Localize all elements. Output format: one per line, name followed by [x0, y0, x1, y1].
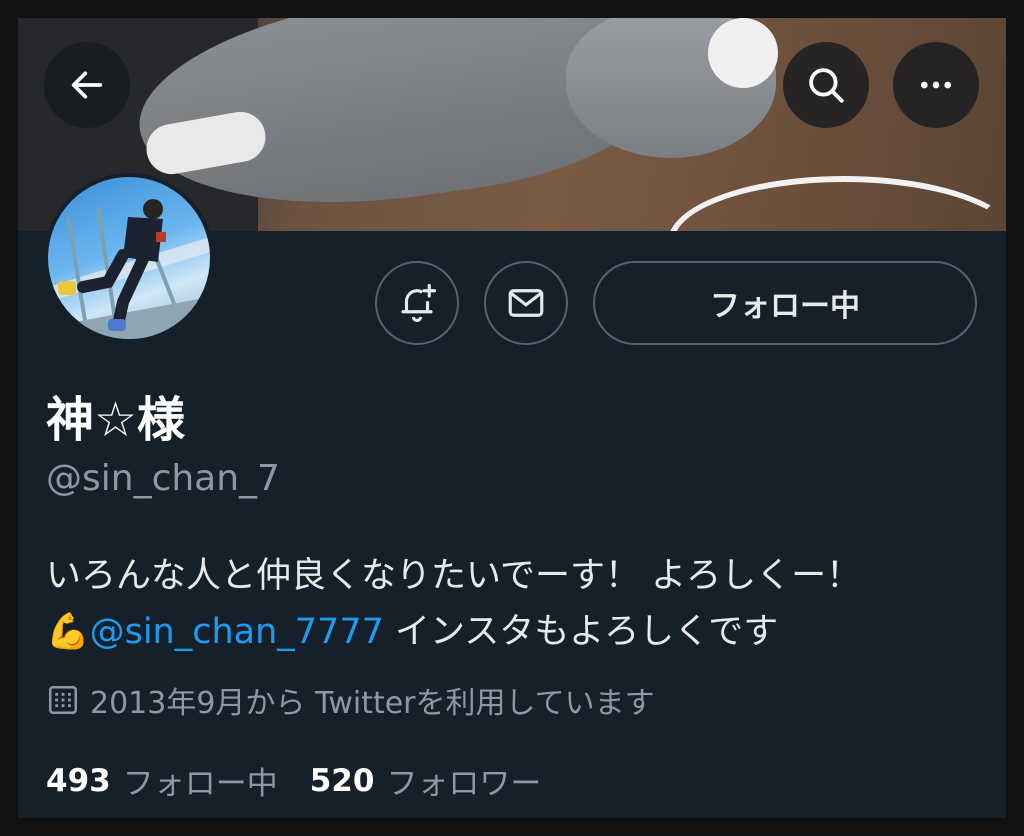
following-button[interactable]: フォロー中 [593, 261, 977, 345]
search-button[interactable] [783, 42, 869, 128]
back-button[interactable] [44, 42, 130, 128]
more-button[interactable] [893, 42, 979, 128]
followers-count: 520 [309, 762, 375, 799]
following-button-label: フォロー中 [710, 289, 860, 324]
bio-line-1: いろんな人と仲良くなりたいでーす！ よろしくー！ [46, 556, 862, 596]
bio-line-2-text: インスタもよろしくです [383, 612, 779, 652]
bio-line-2: 💪@sin_chan_7777 インスタもよろしくです [46, 604, 986, 660]
bio-mention-link[interactable]: @sin_chan_7777 [90, 612, 384, 652]
profile-screen: フォロー中 神☆様 @sin_chan_7 いろんな人と仲良くなりたいでーす！ … [18, 18, 1006, 818]
username-handle: @sin_chan_7 [46, 458, 280, 499]
message-button[interactable] [484, 261, 568, 345]
followers-stat[interactable]: 520 フォロワー [310, 758, 542, 803]
follow-stats: 493 フォロー中 520 フォロワー [46, 758, 573, 803]
display-name: 神☆様 [46, 392, 186, 448]
join-date: 2013年9月から Twitterを利用しています [46, 678, 655, 722]
arrow-left-icon [71, 71, 103, 99]
flexed-biceps-emoji: 💪 [46, 612, 90, 652]
more-horizontal-icon [921, 81, 951, 89]
avatar[interactable] [44, 173, 214, 343]
followers-label: フォロワー [386, 766, 542, 802]
following-count: 493 [46, 762, 111, 799]
join-date-text: 2013年9月から Twitterを利用しています [90, 686, 655, 721]
calendar-icon [48, 685, 78, 715]
notify-button[interactable] [375, 261, 459, 345]
profile-bio: いろんな人と仲良くなりたいでーす！ よろしくー！ 💪@sin_chan_7777… [46, 548, 986, 660]
search-icon [809, 68, 844, 103]
bell-plus-icon [401, 283, 437, 323]
following-label: フォロー中 [122, 766, 278, 802]
envelope-icon [508, 289, 544, 317]
following-stat[interactable]: 493 フォロー中 [46, 758, 278, 803]
